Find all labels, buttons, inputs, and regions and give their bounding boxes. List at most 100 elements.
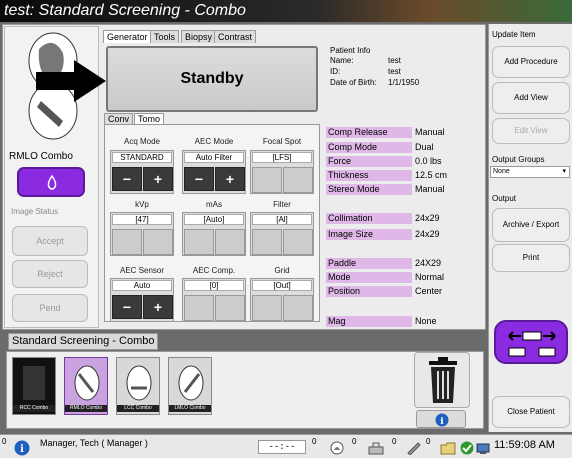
edit-view-button[interactable]: Edit View — [492, 118, 570, 144]
field-value-comp-mode: Dual — [415, 142, 434, 152]
kvp-right-cell — [143, 229, 173, 255]
filter-right-cell — [283, 229, 313, 255]
tab-generator[interactable]: Generator — [103, 30, 152, 43]
thumbnail-lmlo-combo[interactable]: LMLO Combo — [168, 357, 212, 415]
close-patient-button[interactable]: Close Patient — [492, 396, 570, 428]
add-procedure-button[interactable]: Add Procedure — [492, 46, 570, 78]
kvp-left-cell — [112, 229, 142, 255]
tab-contrast[interactable]: Contrast — [214, 30, 257, 43]
filter-control: [Al] — [250, 212, 314, 256]
field-label-collimation: Collimation — [326, 213, 412, 224]
field-value-mode: Normal — [415, 272, 445, 282]
status-bar: 0 i Manager, Tech ( Manager ) --:-- 0 0 … — [0, 434, 572, 458]
field-value-collimation: 24x29 — [415, 213, 440, 223]
svg-text:i: i — [20, 444, 24, 455]
field-value-mag: None — [415, 316, 437, 326]
grid-title: Grid — [274, 266, 290, 275]
trash-button[interactable] — [414, 352, 470, 408]
field-value-stereo-mode: Manual — [415, 184, 445, 194]
arrow-icon — [36, 60, 106, 102]
tray-icon[interactable] — [368, 441, 384, 455]
field-label-comp-mode: Comp Mode — [326, 142, 412, 153]
acq-mode-title: Acq Mode — [123, 137, 161, 146]
generator-status-button[interactable]: Standby — [106, 46, 318, 112]
network-icon[interactable] — [476, 441, 490, 455]
field-label-comp-release: Comp Release — [326, 127, 412, 138]
procedure-header: Standard Screening - Combo — [8, 333, 158, 350]
kvp-control: [47] — [110, 212, 174, 256]
aec-sensor-control: Auto − + — [110, 278, 174, 322]
field-label-position: Position — [326, 286, 412, 297]
aec-mode-value: Auto Filter — [184, 152, 244, 163]
thumbnail-rcc-combo[interactable]: RCC Combo — [12, 357, 56, 415]
info-icon: i — [435, 413, 449, 427]
info-icon[interactable]: i — [14, 440, 30, 456]
acq-mode-control: STANDARD − + — [110, 150, 174, 194]
aec-sensor-minus-button[interactable]: − — [112, 295, 142, 319]
print-button[interactable]: Print — [492, 244, 570, 272]
exposure-timer: --:-- — [258, 440, 306, 454]
update-item-label: Update Item — [492, 30, 536, 39]
output-groups-select[interactable]: None ▾ — [490, 166, 570, 178]
folder-icon[interactable] — [440, 441, 456, 455]
field-label-mode: Mode — [326, 272, 412, 283]
aec-comp-left-cell — [184, 295, 214, 321]
tab-biopsy[interactable]: Biopsy — [181, 30, 217, 43]
thumbnail-caption: LCC Combo — [117, 405, 159, 412]
filter-value: [Al] — [252, 214, 312, 225]
info-button[interactable]: i — [416, 410, 466, 428]
aec-sensor-plus-button[interactable]: + — [143, 295, 173, 319]
status-count-4: 0 — [426, 437, 431, 446]
acq-mode-value: STANDARD — [112, 152, 172, 163]
bell-icon[interactable] — [330, 441, 344, 455]
kv-accent-button[interactable] — [17, 167, 85, 197]
output-groups-value: None — [493, 168, 510, 175]
aec-sensor-title: AEC Sensor — [119, 266, 165, 275]
aec-comp-right-cell — [215, 295, 245, 321]
patient-name-value: test — [388, 56, 401, 65]
field-value-force: 0.0 lbs — [415, 156, 442, 166]
check-icon[interactable] — [460, 441, 474, 455]
aec-mode-minus-button[interactable]: − — [184, 167, 214, 191]
field-value-position: Center — [415, 286, 443, 296]
title-bar: test: Standard Screening - Combo — [0, 0, 572, 22]
acq-mode-minus-button[interactable]: − — [112, 167, 142, 191]
acq-mode-plus-button[interactable]: + — [143, 167, 173, 191]
filter-title: Filter — [273, 200, 291, 209]
aec-mode-control: Auto Filter − + — [182, 150, 246, 194]
add-view-button[interactable]: Add View — [492, 82, 570, 114]
mas-left-cell — [184, 229, 214, 255]
breast-view-icon — [126, 365, 152, 401]
svg-text:i: i — [440, 417, 444, 427]
field-label-paddle: Paddle — [326, 258, 412, 269]
aec-sensor-value: Auto — [112, 280, 172, 291]
aec-mode-title: AEC Mode — [194, 137, 234, 146]
aec-comp-value: [0] — [184, 280, 244, 291]
archive-export-button[interactable]: Archive / Export — [492, 208, 570, 242]
focal-spot-left-cell — [252, 167, 282, 193]
patient-dob-value: 1/1/1950 — [388, 78, 420, 87]
accept-button[interactable]: Accept — [12, 226, 88, 256]
reject-button[interactable]: Reject — [12, 260, 88, 288]
kvp-title: kVp — [135, 200, 149, 209]
thumbnail-rmlo-combo[interactable]: RMLO Combo — [64, 357, 108, 415]
status-count-left: 0 — [2, 437, 7, 446]
tool-icon[interactable] — [406, 441, 422, 455]
trash-icon — [429, 357, 457, 403]
pend-button[interactable]: Pend — [12, 294, 88, 322]
grid-value: [Out] — [252, 280, 312, 291]
aec-mode-plus-button[interactable]: + — [215, 167, 245, 191]
patient-id-value: test — [388, 67, 401, 76]
status-count-3: 0 — [392, 437, 397, 446]
field-value-paddle: 24X29 — [415, 258, 442, 268]
thumbnail-caption: RMLO Combo — [65, 405, 107, 412]
field-value-thickness: 12.5 cm — [415, 170, 448, 180]
status-count-2: 0 — [352, 437, 357, 446]
field-label-mag: Mag — [326, 316, 412, 327]
thumbnail-lcc-combo[interactable]: LCC Combo — [116, 357, 160, 415]
tab-tools[interactable]: Tools — [150, 30, 180, 43]
swap-paddle-button[interactable] — [494, 320, 568, 364]
focal-spot-right-cell — [283, 167, 313, 193]
patient-dob-label: Date of Birth: — [330, 78, 377, 87]
patient-id-label: ID: — [330, 67, 341, 76]
